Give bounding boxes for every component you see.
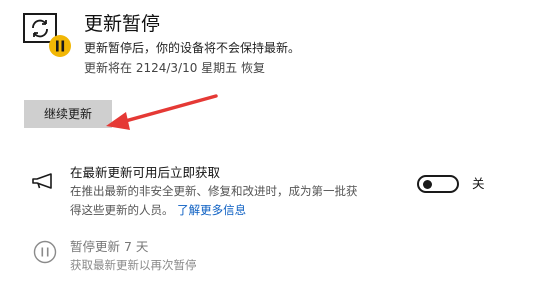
pause-circle-icon[interactable] xyxy=(33,240,57,264)
latest-updates-description-cont: 得这些更新的人员。 了解更多信息 xyxy=(70,202,246,218)
toggle-knob xyxy=(423,180,432,189)
latest-updates-toggle[interactable] xyxy=(417,175,459,193)
latest-updates-description: 在推出最新的非安全更新、修复和改进时，成为第一批获 xyxy=(70,184,358,198)
page-title: 更新暂停 xyxy=(84,13,161,35)
resume-updates-button[interactable]: 继续更新 xyxy=(24,100,112,128)
latest-updates-title: 在最新更新可用后立即获取 xyxy=(70,165,221,180)
update-paused-icon xyxy=(22,12,74,58)
megaphone-icon xyxy=(32,172,54,190)
toggle-state-label: 关 xyxy=(472,176,485,191)
annotation-arrow-icon xyxy=(100,90,220,140)
pause-updates-description: 获取最新更新以再次暂停 xyxy=(70,258,197,272)
resume-date-text: 更新将在 2124/3/10 星期五 恢复 xyxy=(84,61,265,75)
status-description: 更新暂停后，你的设备将不会保持最新。 xyxy=(84,41,301,55)
pause-updates-link[interactable]: 暂停更新 7 天 xyxy=(70,238,148,256)
learn-more-link[interactable]: 了解更多信息 xyxy=(177,203,246,217)
latest-updates-description-tail: 得这些更新的人员。 xyxy=(70,203,174,217)
